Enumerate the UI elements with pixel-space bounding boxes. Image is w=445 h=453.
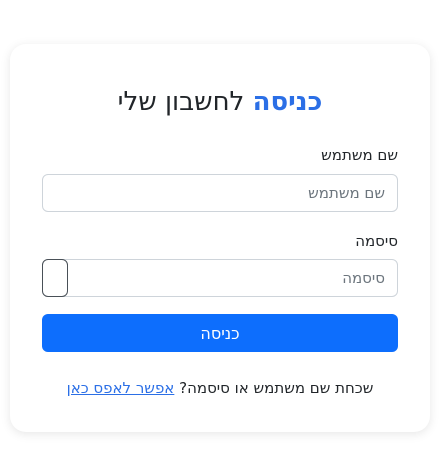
title-rest: לחשבון שלי [117,87,245,117]
password-toggle-button[interactable] [42,259,68,297]
forgot-credentials: שכחת שם משתמש או סיסמה? אפשר לאפס כאן [10,377,430,399]
page-title: כניסה לחשבון שלי [10,84,430,120]
title-accent: כניסה [252,87,323,117]
username-label: שם משתמש [321,146,398,164]
reset-link[interactable]: אפשר לאפס כאן [67,379,175,397]
login-button[interactable]: כניסה [42,314,398,352]
page: כניסה לחשבון שלי שם משתמש סיסמה כניסה שכ… [0,0,445,453]
forgot-text: שכחת שם משתמש או סיסמה? [179,379,374,397]
login-card: כניסה לחשבון שלי שם משתמש סיסמה כניסה שכ… [10,44,430,432]
password-input[interactable] [42,259,398,297]
username-input[interactable] [42,174,398,212]
password-label: סיסמה [355,232,398,250]
